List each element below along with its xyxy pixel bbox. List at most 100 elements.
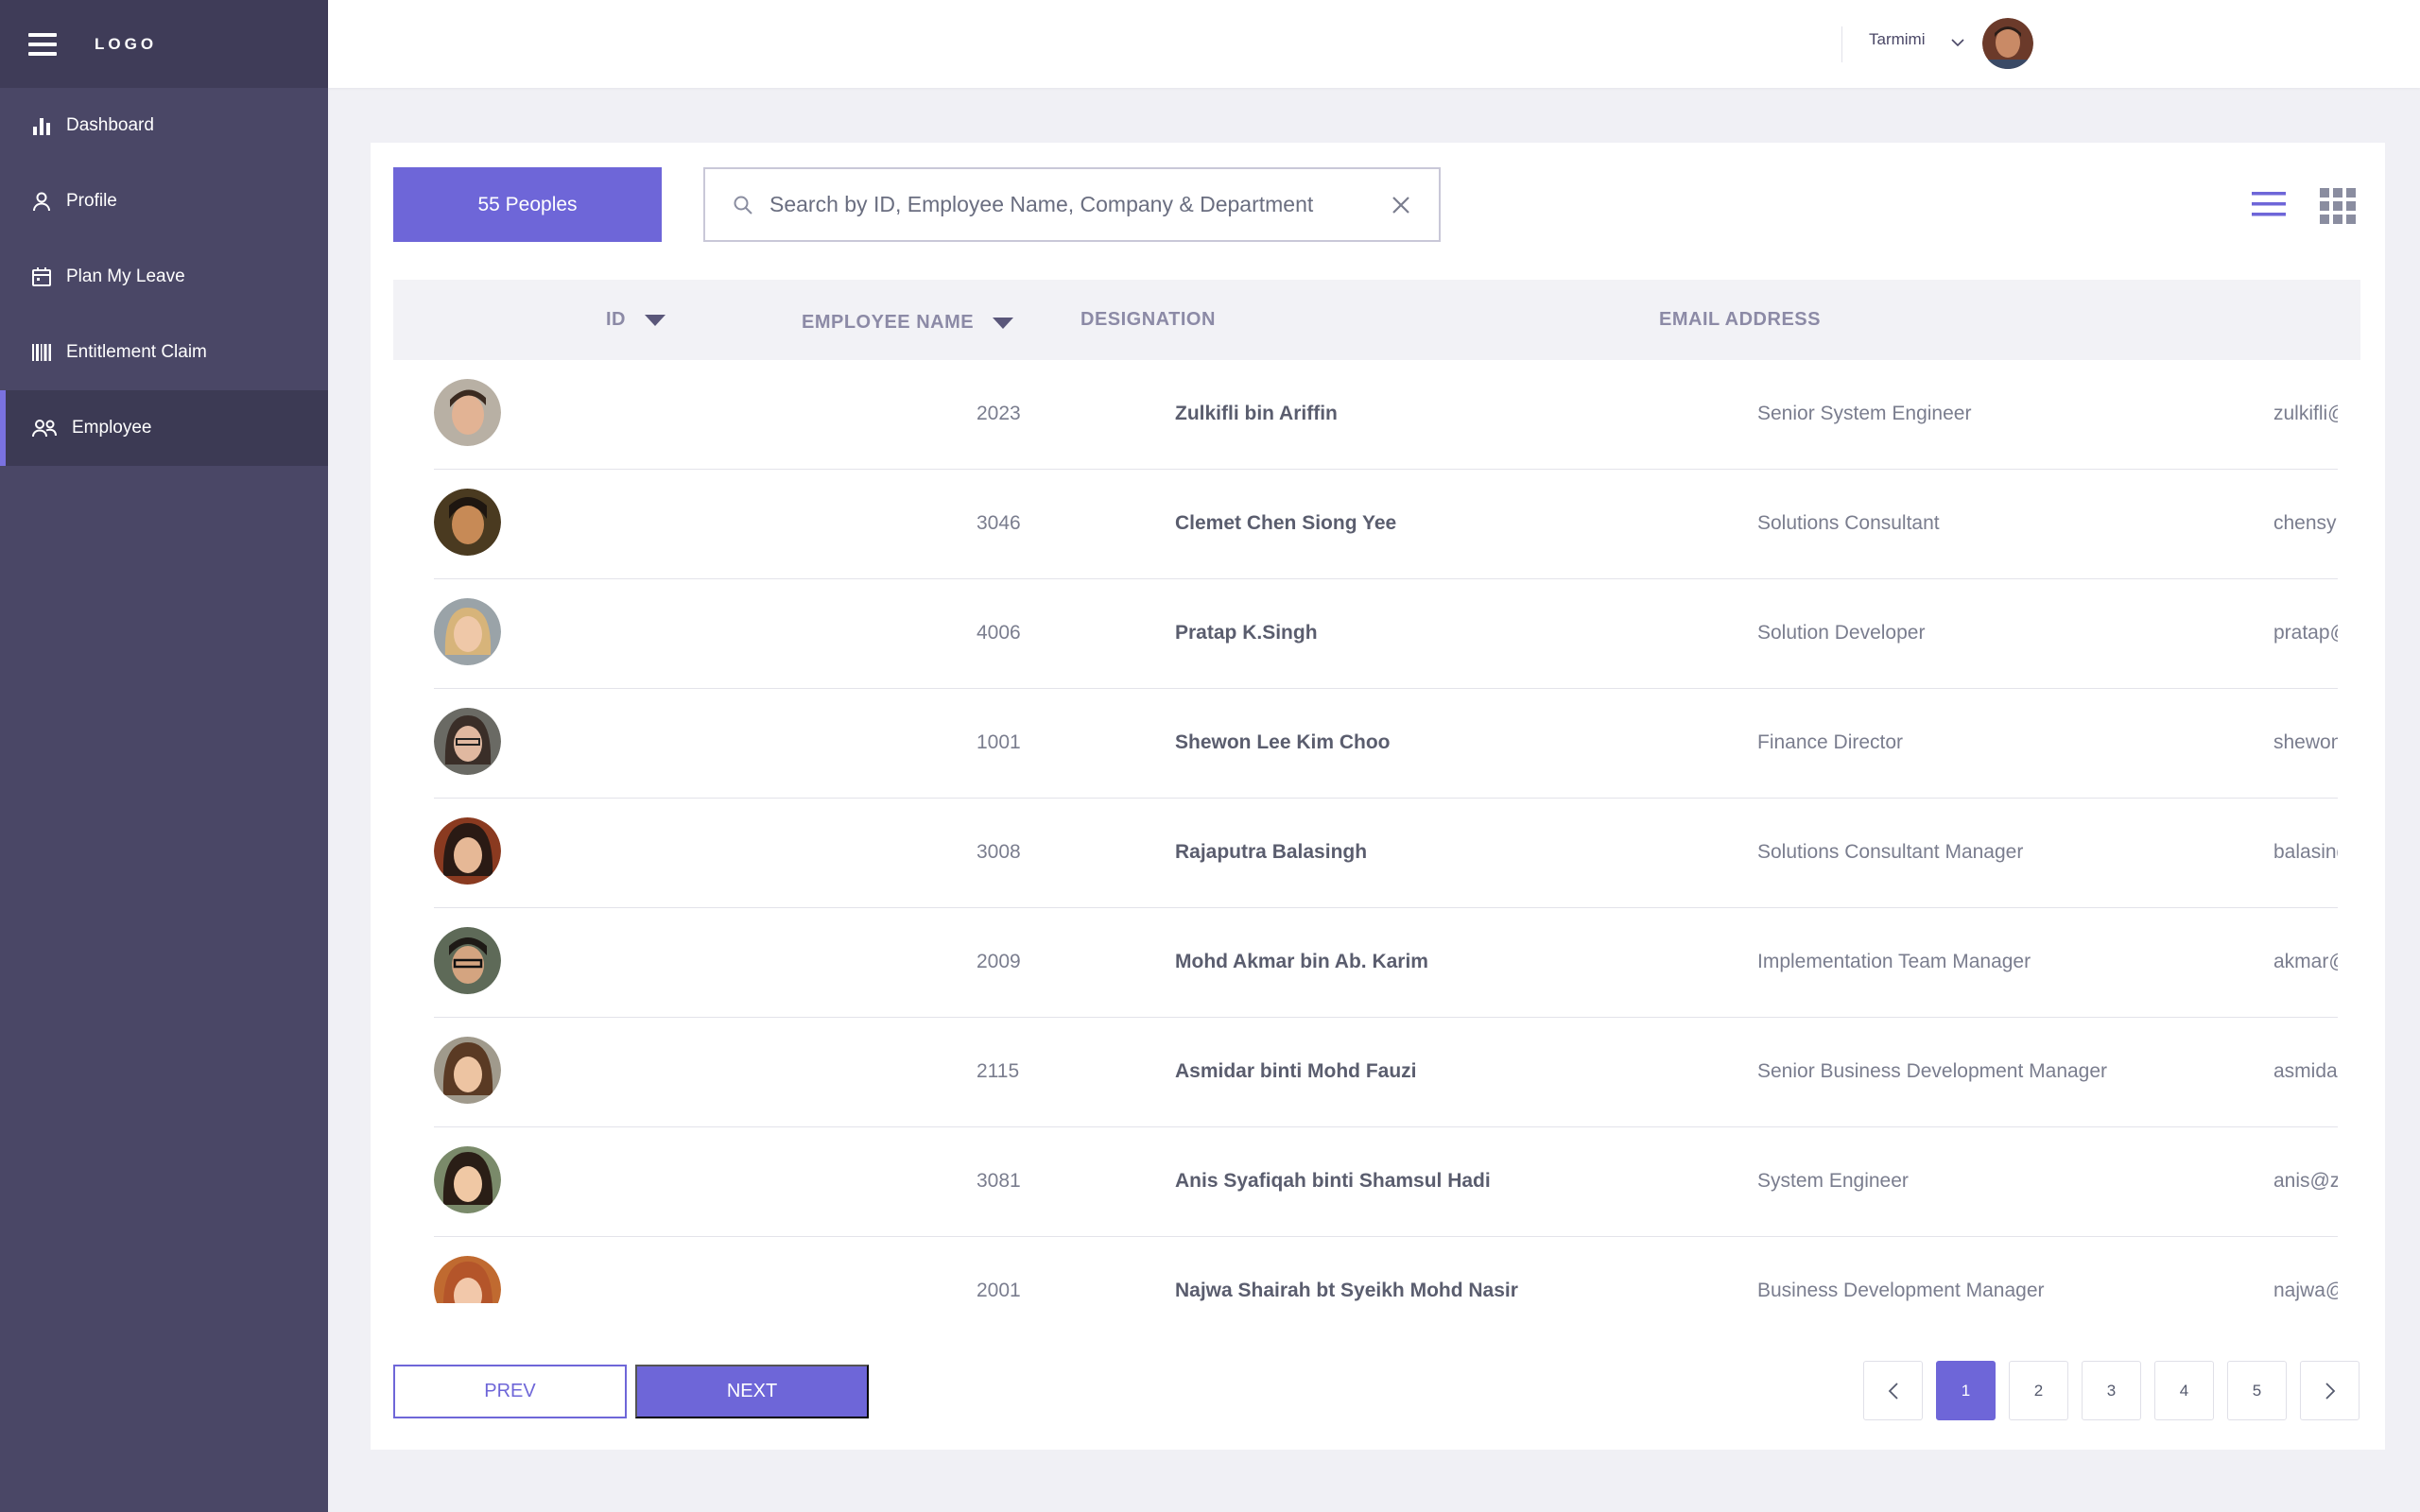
sidebar-item-entitlement-claim[interactable]: Entitlement Claim (0, 315, 328, 390)
sort-down-icon[interactable] (993, 317, 1014, 329)
avatar[interactable] (1982, 18, 2033, 69)
employee-designation: System Engineer (1757, 1170, 1909, 1192)
grid-view-icon[interactable] (2320, 188, 2356, 224)
employee-name[interactable]: Clemet Chen Siong Yee (1175, 470, 1396, 577)
employee-name[interactable]: Mohd Akmar bin Ab. Karim (1175, 908, 1428, 1016)
column-header-email: EMAIL ADDRESS (1659, 280, 1821, 360)
employee-email[interactable]: chensy@zen.com.my (2273, 470, 2338, 577)
page-button-1[interactable]: 1 (1936, 1361, 1996, 1420)
table-header: ID EMPLOYEE NAME DESIGNATION EMAIL ADDRE… (393, 280, 2360, 360)
page-button-2[interactable]: 2 (2009, 1361, 2068, 1420)
employee-name[interactable]: Zulkifli bin Ariffin (1175, 360, 1338, 468)
table-row[interactable]: 2023 Zulkifli bin Ariffin Senior System … (434, 360, 2338, 470)
employee-avatar (434, 489, 501, 556)
employee-designation: Solutions Consultant (1757, 512, 1940, 534)
employee-name[interactable]: Asmidar binti Mohd Fauzi (1175, 1018, 1417, 1125)
bar-chart-icon (33, 118, 50, 135)
employee-name[interactable]: Shewon Lee Kim Choo (1175, 689, 1391, 797)
search-box (703, 167, 1441, 242)
employee-avatar (434, 1256, 501, 1303)
list-view-icon[interactable] (2252, 192, 2286, 216)
employee-name[interactable]: Najwa Shairah bt Syeikh Mohd Nasir (1175, 1237, 1518, 1303)
employee-id: 3081 (977, 1170, 1021, 1192)
chevron-down-icon[interactable] (1949, 34, 1966, 51)
employee-email[interactable]: akmar@zen.com.my (2273, 908, 2338, 1016)
employee-name[interactable]: Pratap K.Singh (1175, 579, 1318, 687)
employee-email[interactable]: pratap@zen.com.my (2273, 579, 2338, 687)
column-header-label: EMAIL ADDRESS (1659, 309, 1821, 330)
employee-designation: Senior Business Development Manager (1757, 1060, 2108, 1082)
employee-designation: Senior System Engineer (1757, 403, 1972, 424)
employee-name[interactable]: Anis Syafiqah binti Shamsul Hadi (1175, 1127, 1491, 1235)
employee-id: 2115 (977, 1060, 1020, 1082)
sidebar-item-label: Plan My Leave (66, 266, 185, 286)
employee-id: 2009 (977, 951, 1021, 972)
employee-avatar (434, 708, 501, 775)
page-button-5[interactable]: 5 (2227, 1361, 2287, 1420)
employee-email[interactable]: najwa@zen.com.my (2273, 1237, 2338, 1303)
chevron-left-icon (1888, 1382, 1898, 1400)
column-header-label: ID (606, 309, 626, 330)
sidebar-item-plan-my-leave[interactable]: Plan My Leave (0, 239, 328, 315)
user-name[interactable]: Tarmimi (1869, 30, 1926, 49)
column-header-label: EMPLOYEE NAME (802, 312, 975, 333)
employee-avatar (434, 817, 501, 885)
table-row[interactable]: 2001 Najwa Shairah bt Syeikh Mohd Nasir … (434, 1237, 2338, 1303)
column-header-designation: DESIGNATION (1080, 280, 1216, 360)
employee-email[interactable]: zulkifli@zen.com.my (2273, 360, 2338, 468)
employee-designation: Solutions Consultant Manager (1757, 841, 2024, 863)
sidebar-item-label: Employee (72, 418, 152, 438)
search-input[interactable] (769, 192, 1390, 217)
calendar-icon (32, 267, 51, 286)
employee-avatar (434, 1037, 501, 1104)
employee-id: 4006 (977, 622, 1021, 644)
people-count-button[interactable]: 55 Peoples (393, 167, 662, 242)
employee-email[interactable]: balasingh@zen.com.my (2273, 799, 2338, 906)
sidebar-item-label: Dashboard (66, 115, 154, 135)
people-icon (32, 420, 57, 438)
column-header-employee-name[interactable]: EMPLOYEE NAME (802, 283, 1014, 363)
sidebar-item-dashboard[interactable]: Dashboard (0, 88, 328, 163)
employee-email[interactable]: anis@zen.com.my (2273, 1127, 2338, 1235)
page-prev-button[interactable] (1863, 1361, 1923, 1420)
close-icon[interactable] (1390, 194, 1412, 216)
employee-name[interactable]: Rajaputra Balasingh (1175, 799, 1367, 906)
employee-email[interactable]: shewonlee@zen.com.my (2273, 689, 2338, 797)
sidebar-item-profile[interactable]: Profile (0, 163, 328, 239)
table-row[interactable]: 2115 Asmidar binti Mohd Fauzi Senior Bus… (434, 1018, 2338, 1127)
menu-icon[interactable] (28, 32, 57, 56)
column-header-id[interactable]: ID (606, 280, 666, 360)
employee-avatar (434, 598, 501, 665)
employee-list-card: 55 Peoples ID EMPLOYEE NAME DESIGNATION … (371, 143, 2385, 1450)
logo: LOGO (95, 34, 158, 53)
table-row[interactable]: 3081 Anis Syafiqah binti Shamsul Hadi Sy… (434, 1127, 2338, 1237)
sidebar-item-label: Entitlement Claim (66, 342, 207, 362)
next-button[interactable]: NEXT (635, 1365, 869, 1418)
table-row[interactable]: 1001 Shewon Lee Kim Choo Finance Directo… (434, 689, 2338, 799)
employee-id: 3046 (977, 512, 1021, 534)
employee-id: 2001 (977, 1280, 1021, 1301)
employee-email[interactable]: asmidar@zen.com.my (2273, 1018, 2338, 1125)
search-icon (734, 196, 752, 215)
employee-designation: Implementation Team Manager (1757, 951, 2031, 972)
employee-avatar (434, 379, 501, 446)
page-button-4[interactable]: 4 (2154, 1361, 2214, 1420)
column-header-label: DESIGNATION (1080, 309, 1216, 330)
employee-id: 2023 (977, 403, 1021, 424)
sidebar-header: LOGO (0, 0, 328, 88)
table-row[interactable]: 4006 Pratap K.Singh Solution Developer p… (434, 579, 2338, 689)
table-row[interactable]: 2009 Mohd Akmar bin Ab. Karim Implementa… (434, 908, 2338, 1018)
sidebar-nav: Dashboard Profile Plan My Leave Entitlem… (0, 88, 328, 466)
prev-button[interactable]: PREV (393, 1365, 627, 1418)
table-row[interactable]: 3046 Clemet Chen Siong Yee Solutions Con… (434, 470, 2338, 579)
table-row[interactable]: 3008 Rajaputra Balasingh Solutions Consu… (434, 799, 2338, 908)
employee-designation: Solution Developer (1757, 622, 1926, 644)
sidebar-item-employee[interactable]: Employee (0, 390, 328, 466)
sort-down-icon[interactable] (645, 314, 666, 326)
page-button-3[interactable]: 3 (2082, 1361, 2141, 1420)
employee-avatar (434, 927, 501, 994)
employee-id: 3008 (977, 841, 1021, 863)
employee-designation: Business Development Manager (1757, 1280, 2045, 1301)
employee-designation: Finance Director (1757, 731, 1904, 753)
page-next-button[interactable] (2300, 1361, 2360, 1420)
